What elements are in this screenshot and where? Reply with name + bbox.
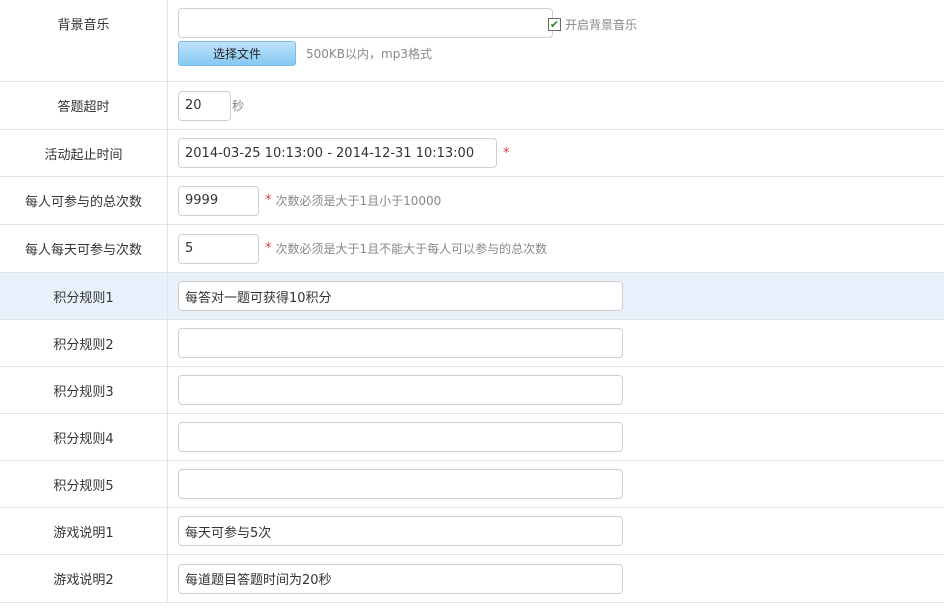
- label-game-description-1: 游戏说明1: [0, 508, 168, 554]
- row-game-description-1: 游戏说明1: [0, 508, 944, 555]
- seconds-unit: 秒: [232, 99, 245, 113]
- required-marker: *: [265, 193, 272, 208]
- row-answer-timeout: 答题超时 秒: [0, 82, 944, 130]
- label-points-rule-5: 积分规则5: [0, 461, 168, 507]
- label-points-rule-3: 积分规则3: [0, 367, 168, 413]
- label-points-rule-1: 积分规则1: [0, 273, 168, 319]
- row-points-rule-2: 积分规则2: [0, 320, 944, 367]
- label-game-description-2: 游戏说明2: [0, 555, 168, 602]
- background-music-input[interactable]: [178, 8, 553, 38]
- label-answer-timeout: 答题超时: [0, 82, 168, 129]
- row-game-description-2: 游戏说明2: [0, 555, 944, 603]
- label-background-music: 背景音乐: [0, 0, 168, 81]
- points-rule-4-input[interactable]: [178, 422, 623, 452]
- label-total-attempts: 每人可参与的总次数: [0, 177, 168, 224]
- row-background-music: 背景音乐 ✔ 开启背景音乐 选择文件 500KB以内，mp3格式: [0, 0, 944, 82]
- game-description-1-input[interactable]: [178, 516, 623, 546]
- row-daily-attempts: 每人每天可参与次数 * 次数必须是大于1且不能大于每人可以参与的总次数: [0, 225, 944, 273]
- label-activity-period: 活动起止时间: [0, 130, 168, 176]
- label-points-rule-2: 积分规则2: [0, 320, 168, 366]
- daily-attempts-hint: 次数必须是大于1且不能大于每人可以参与的总次数: [275, 242, 548, 256]
- row-points-rule-3: 积分规则3: [0, 367, 944, 414]
- required-marker: *: [503, 145, 510, 161]
- choose-file-button[interactable]: 选择文件: [178, 41, 296, 66]
- row-activity-period: 活动起止时间 *: [0, 130, 944, 177]
- points-rule-2-input[interactable]: [178, 328, 623, 358]
- row-points-rule-4: 积分规则4: [0, 414, 944, 461]
- activity-settings-form: 背景音乐 ✔ 开启背景音乐 选择文件 500KB以内，mp3格式 答题超时 秒 …: [0, 0, 944, 603]
- file-format-hint: 500KB以内，mp3格式: [306, 47, 432, 61]
- total-attempts-input[interactable]: [178, 185, 259, 216]
- answer-timeout-input[interactable]: [178, 90, 231, 121]
- activity-period-input[interactable]: [178, 138, 497, 168]
- points-rule-5-input[interactable]: [178, 469, 623, 499]
- points-rule-1-input[interactable]: [178, 281, 623, 311]
- daily-attempts-input[interactable]: [178, 233, 259, 264]
- enable-music-checkbox[interactable]: ✔: [548, 18, 561, 31]
- game-description-2-input[interactable]: [178, 563, 623, 594]
- label-daily-attempts: 每人每天可参与次数: [0, 225, 168, 272]
- row-total-attempts: 每人可参与的总次数 * 次数必须是大于1且小于10000: [0, 177, 944, 225]
- row-points-rule-1: 积分规则1: [0, 273, 944, 320]
- enable-music-label: 开启背景音乐: [565, 18, 638, 32]
- enable-music-option[interactable]: ✔ 开启背景音乐: [548, 16, 637, 33]
- points-rule-3-input[interactable]: [178, 375, 623, 405]
- required-marker: *: [265, 241, 272, 256]
- row-points-rule-5: 积分规则5: [0, 461, 944, 508]
- label-points-rule-4: 积分规则4: [0, 414, 168, 460]
- total-attempts-hint: 次数必须是大于1且小于10000: [275, 194, 442, 208]
